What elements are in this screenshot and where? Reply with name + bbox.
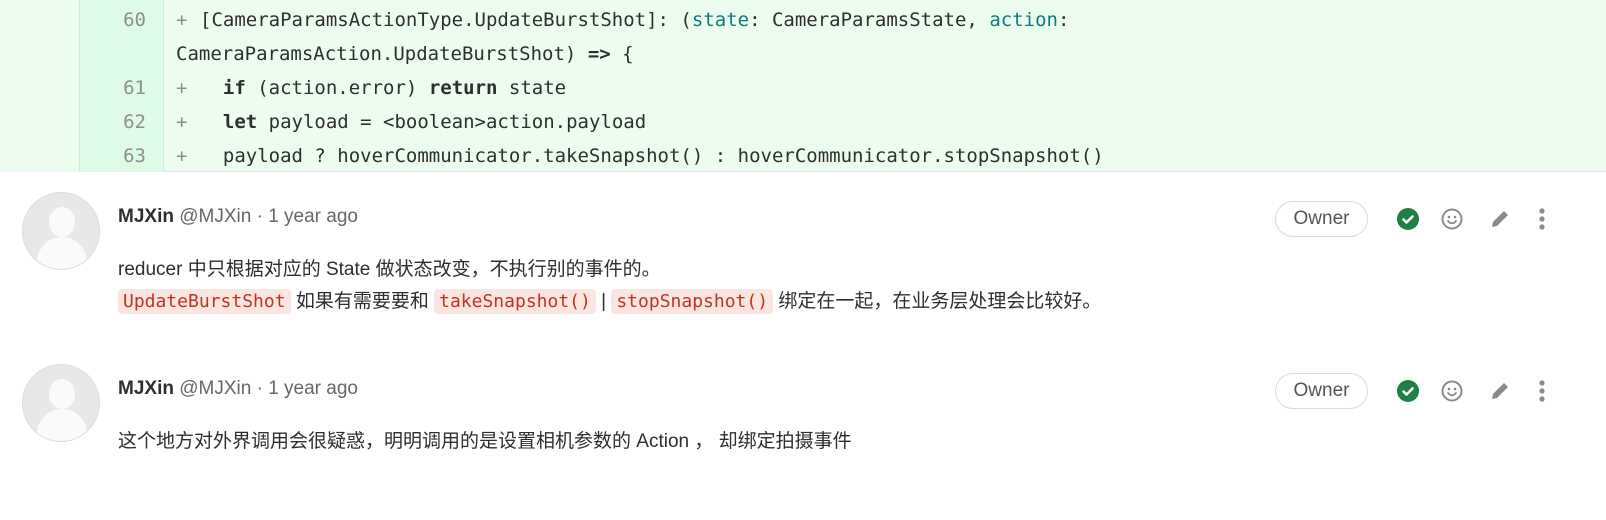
code-text: if (action.error) return state xyxy=(200,71,566,105)
inline-code: UpdateBurstShot xyxy=(118,289,291,314)
avatar-body xyxy=(37,409,87,441)
pencil-icon xyxy=(1488,211,1512,235)
timestamp[interactable]: · 1 year ago xyxy=(251,206,358,227)
line-number[interactable]: 63 xyxy=(80,139,146,173)
added-marker: + xyxy=(176,77,188,99)
code-text: payload ? hoverCommunicator.takeSnapshot… xyxy=(200,139,1104,173)
diff-line: 61 + if (action.error) return state xyxy=(0,71,1606,105)
smiley-icon xyxy=(1440,208,1464,235)
resolve-thread-button[interactable] xyxy=(1396,379,1420,403)
add-reaction-button[interactable] xyxy=(1440,207,1464,231)
check-circle-icon xyxy=(1396,380,1420,407)
diff-line-wrap: CameraParamsAction.UpdateBurstShot) => { xyxy=(0,37,1606,71)
avatar-head xyxy=(49,379,75,409)
code-token: : CameraParamsState, xyxy=(749,9,990,31)
code-token: payload = <boolean>action.payload xyxy=(257,111,647,133)
code-token: let xyxy=(222,111,258,133)
more-actions-button[interactable] xyxy=(1530,207,1554,231)
line-number[interactable]: 60 xyxy=(80,3,146,37)
owner-badge: Owner xyxy=(1275,201,1368,237)
note-header: MJXin @MJXin · 1 year ago xyxy=(118,377,358,401)
inline-code: stopSnapshot() xyxy=(611,289,774,314)
code-token: if xyxy=(222,77,246,99)
author-handle[interactable]: @MJXin xyxy=(174,206,251,227)
code-token: return xyxy=(428,77,498,99)
ellipsis-v-icon xyxy=(1530,208,1554,235)
code-token: state xyxy=(497,77,567,99)
edit-comment-button[interactable] xyxy=(1488,379,1512,403)
text-span: | xyxy=(595,291,612,312)
code-token: : xyxy=(1057,9,1070,31)
added-marker: + xyxy=(176,9,188,31)
edit-comment-button[interactable] xyxy=(1488,207,1512,231)
code-token: state xyxy=(691,9,750,31)
avatar-body xyxy=(37,237,87,269)
code-token: [CameraParamsActionType.UpdateBurstShot]… xyxy=(200,9,692,31)
inline-code: takeSnapshot() xyxy=(434,289,596,314)
diff-line: 60 + [CameraParamsActionType.UpdateBurstSh… xyxy=(0,3,1606,37)
discussion-note: MJXin @MJXin · 1 year ago Owner reducer 中只… xyxy=(0,188,1606,348)
avatar-head xyxy=(49,207,75,237)
code-token: action xyxy=(989,9,1058,31)
avatar[interactable] xyxy=(22,364,100,442)
ellipsis-v-icon xyxy=(1530,380,1554,407)
note-header: MJXin @MJXin · 1 year ago xyxy=(118,205,358,229)
smiley-icon xyxy=(1440,380,1464,407)
comment-text: UpdateBurstShot 如果有需要要和 takeSnapshot() |… xyxy=(118,286,1101,318)
avatar[interactable] xyxy=(22,192,100,270)
code-token: payload ? hoverCommunicator.takeSnapshot… xyxy=(200,145,1104,167)
code-token: (action.error) xyxy=(245,77,429,99)
comment-text: reducer 中只根据对应的 State 做状态改变，不执行别的事件的。 xyxy=(118,259,661,280)
discussion-note: MJXin @MJXin · 1 year ago Owner 这个地方对外界调用会… xyxy=(0,360,1606,520)
add-reaction-button[interactable] xyxy=(1440,379,1464,403)
diff-line: 62 + let payload = <boolean>action.payloa… xyxy=(0,105,1606,139)
line-number[interactable]: 61 xyxy=(80,71,146,105)
timestamp[interactable]: · 1 year ago xyxy=(251,378,358,399)
line-number[interactable]: 62 xyxy=(80,105,146,139)
owner-badge: Owner xyxy=(1275,373,1368,409)
added-marker: + xyxy=(176,145,188,167)
more-actions-button[interactable] xyxy=(1530,379,1554,403)
author-name[interactable]: MJXin xyxy=(118,378,174,399)
author-handle[interactable]: @MJXin xyxy=(174,378,251,399)
check-circle-icon xyxy=(1396,208,1420,235)
author-name[interactable]: MJXin xyxy=(118,206,174,227)
comment-text: 这个地方对外界调用会很疑惑，明明调用的是设置相机参数的 Action ， 却绑定… xyxy=(118,431,852,452)
diff-line: 63 + payload ? hoverCommunicator.takeSnap… xyxy=(0,139,1606,173)
text-span: 绑定在一起，在业务层处理会比较好。 xyxy=(773,291,1102,312)
text-span: 如果有需要要和 xyxy=(290,291,435,312)
diff-view: 60 + [CameraParamsActionType.UpdateBurstSh… xyxy=(0,0,1606,172)
code-text: [CameraParamsActionType.UpdateBurstShot]… xyxy=(200,3,1069,37)
code-text: let payload = <boolean>action.payload xyxy=(200,105,646,139)
code-text: CameraParamsAction.UpdateBurstShot) => { xyxy=(176,43,634,65)
resolve-thread-button[interactable] xyxy=(1396,207,1420,231)
added-marker: + xyxy=(176,111,188,133)
pencil-icon xyxy=(1488,383,1512,407)
